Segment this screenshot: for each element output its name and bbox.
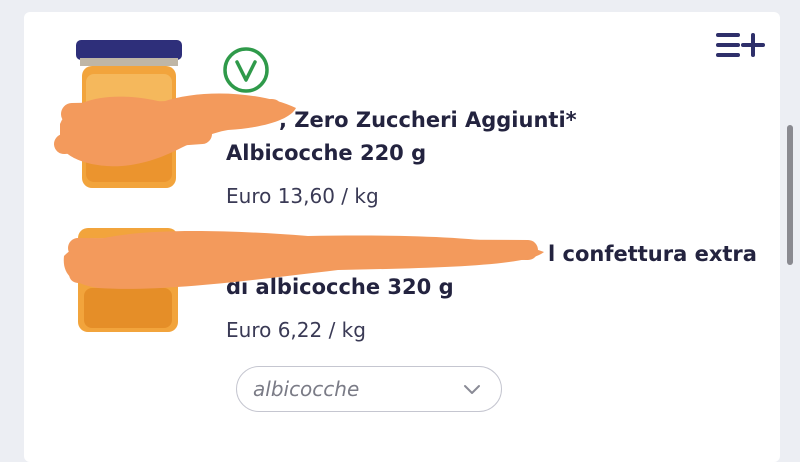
scrollbar[interactable] bbox=[787, 125, 793, 265]
filter-select-value: albicocche bbox=[253, 377, 360, 401]
product-price: Euro 13,60 / kg bbox=[226, 184, 379, 208]
product-title-line2: di albicocche 320 g bbox=[226, 275, 454, 299]
product-title-line1: , Zero Zuccheri Aggiunti* bbox=[279, 108, 577, 132]
jam-jar-icon bbox=[76, 40, 182, 188]
check-circle-icon bbox=[223, 47, 269, 93]
add-to-list-icon[interactable] bbox=[716, 30, 766, 60]
filter-select[interactable]: albicocche bbox=[236, 366, 502, 412]
product-price: Euro 6,22 / kg bbox=[226, 318, 366, 342]
product-title: l confettura extra di albicocche 320 g bbox=[226, 238, 757, 304]
product-title-line2: Albicocche 220 g bbox=[226, 141, 427, 165]
chevron-down-icon bbox=[464, 385, 480, 394]
product-title-line1: l confettura extra bbox=[548, 242, 757, 266]
product-title: , Zero Zuccheri Aggiunti* Albicocche 220… bbox=[226, 104, 577, 170]
jam-jar-icon bbox=[78, 228, 178, 332]
